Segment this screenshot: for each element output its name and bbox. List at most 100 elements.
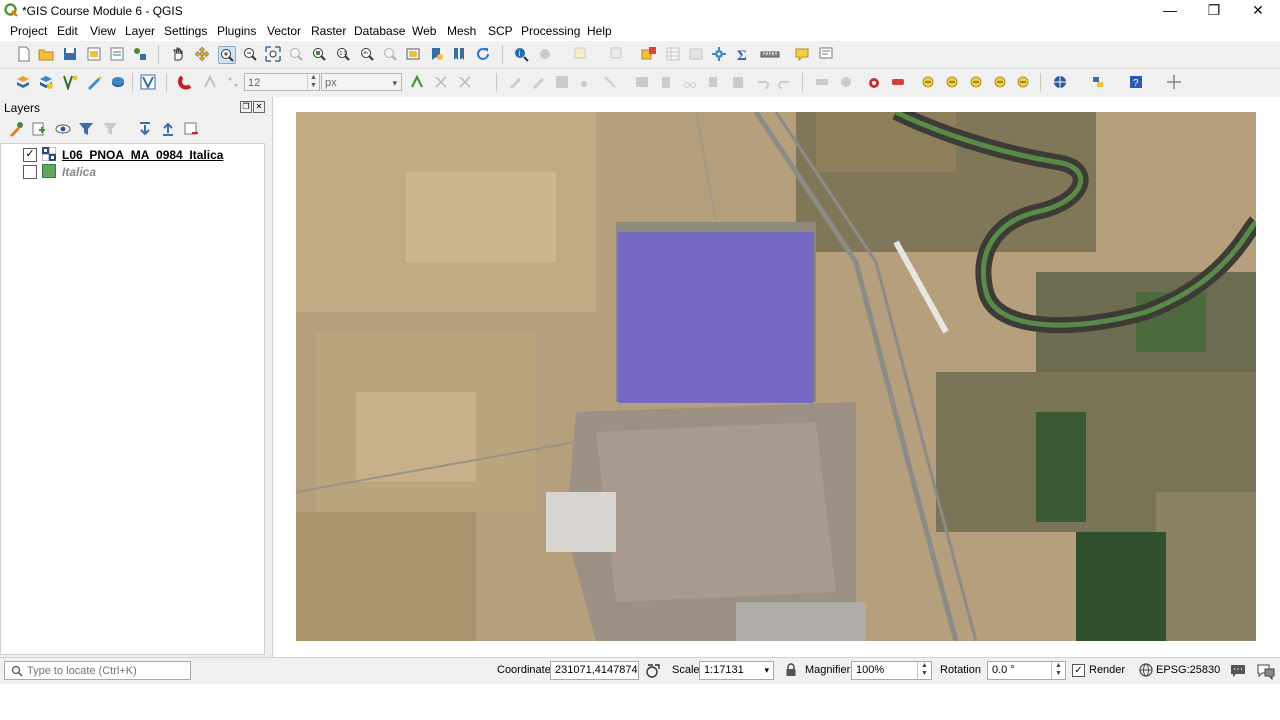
zoom-out-icon[interactable] xyxy=(242,46,258,62)
layer-visibility-checkbox[interactable] xyxy=(23,165,37,179)
toggle-extents-icon[interactable] xyxy=(645,663,661,679)
measure-icon[interactable] xyxy=(760,46,782,62)
menu-processing[interactable]: Processing xyxy=(521,24,580,38)
new-project-icon[interactable] xyxy=(16,46,32,62)
new-print-layout-icon[interactable] xyxy=(86,46,102,62)
scp-tool-3-icon[interactable] xyxy=(968,74,984,90)
select-by-expression-icon[interactable] xyxy=(641,46,657,62)
add-virtual-layer-icon[interactable] xyxy=(140,74,156,90)
deselect-features-icon[interactable] xyxy=(609,46,625,62)
layout-manager-icon[interactable] xyxy=(109,46,125,62)
filter-legend-icon[interactable] xyxy=(78,121,94,137)
scp-delete-roi-icon[interactable] xyxy=(890,74,906,90)
data-source-manager-icon[interactable] xyxy=(15,74,31,90)
pin-labels-icon[interactable] xyxy=(838,74,854,90)
show-bookmarks-icon[interactable] xyxy=(451,46,467,62)
new-bookmark-icon[interactable] xyxy=(428,46,444,62)
manage-map-themes-icon[interactable] xyxy=(55,121,71,137)
toolbox-icon[interactable] xyxy=(688,46,704,62)
remove-layer-icon[interactable] xyxy=(183,121,199,137)
locator-input[interactable] xyxy=(27,663,187,678)
magnifier-stepper[interactable]: 100% ▲ ▼ xyxy=(851,661,932,680)
save-project-icon[interactable] xyxy=(62,46,78,62)
identify-features-icon[interactable]: i xyxy=(513,46,529,62)
zoom-to-layer-icon[interactable] xyxy=(311,46,327,62)
collapse-all-icon[interactable] xyxy=(160,121,176,137)
close-button[interactable]: ✕ xyxy=(1236,0,1280,22)
self-snapping-icon[interactable] xyxy=(457,74,473,90)
lock-scale-icon[interactable] xyxy=(785,663,797,677)
paste-features-icon[interactable] xyxy=(730,74,746,90)
menu-database[interactable]: Database xyxy=(354,24,405,38)
menu-scp[interactable]: SCP xyxy=(488,24,513,38)
pan-map-icon[interactable] xyxy=(170,46,186,62)
topological-editing-icon[interactable] xyxy=(409,74,425,90)
open-layer-styling-icon[interactable] xyxy=(8,121,24,137)
crs-globe-icon[interactable] xyxy=(1139,663,1153,677)
vertex-tool-icon[interactable] xyxy=(602,74,618,90)
maximize-button[interactable]: ❐ xyxy=(1192,0,1236,22)
zoom-full-icon[interactable] xyxy=(265,46,281,62)
menu-help[interactable]: Help xyxy=(587,24,612,38)
snapping-magnet-icon[interactable] xyxy=(178,74,194,90)
add-wms-layer-icon[interactable] xyxy=(110,74,126,90)
float-panel-icon[interactable]: ❐ xyxy=(240,101,252,113)
web-browser-globe-icon[interactable] xyxy=(1052,74,1068,90)
add-vector-layer-icon[interactable] xyxy=(62,74,78,90)
stepper-arrows-icon[interactable]: ▲ ▼ xyxy=(307,74,319,90)
menu-settings[interactable]: Settings xyxy=(164,24,207,38)
render-checkbox[interactable]: ✓ xyxy=(1072,664,1085,677)
zoom-to-selection-icon[interactable] xyxy=(288,46,304,62)
current-edits-icon[interactable] xyxy=(530,74,546,90)
style-manager-icon[interactable] xyxy=(132,46,148,62)
snap-type-icon[interactable] xyxy=(225,74,241,90)
scp-tool-1-icon[interactable] xyxy=(920,74,936,90)
add-delimited-text-icon[interactable] xyxy=(86,74,102,90)
processing-settings-icon[interactable] xyxy=(711,46,727,62)
snap-tolerance-stepper[interactable]: 12 ▲ ▼ xyxy=(244,73,320,91)
zoom-in-icon[interactable] xyxy=(218,46,236,64)
menu-project[interactable]: Project xyxy=(10,24,47,38)
rotation-stepper[interactable]: 0.0 ° ▲ ▼ xyxy=(987,661,1066,680)
menu-edit[interactable]: Edit xyxy=(57,24,78,38)
scp-tool-2-icon[interactable] xyxy=(944,74,960,90)
toggle-editing-icon[interactable] xyxy=(507,74,523,90)
close-panel-icon[interactable]: ✕ xyxy=(253,101,265,113)
coordinate-field[interactable]: 231071,4147874 xyxy=(550,661,639,680)
zoom-next-icon[interactable] xyxy=(382,46,398,62)
add-group-icon[interactable] xyxy=(31,121,47,137)
zoom-last-icon[interactable] xyxy=(359,46,375,62)
help-icon[interactable]: ? xyxy=(1128,74,1144,90)
coordinate-capture-icon[interactable] xyxy=(1166,74,1182,90)
scp-tool-5-icon[interactable] xyxy=(1015,74,1031,90)
redo-icon[interactable] xyxy=(777,74,793,90)
open-attribute-table-icon[interactable] xyxy=(665,46,681,62)
stepper-arrows-icon[interactable]: ▲ ▼ xyxy=(917,662,931,679)
map-canvas[interactable] xyxy=(272,97,1280,657)
stepper-arrows-icon[interactable]: ▲ ▼ xyxy=(1051,662,1065,679)
menu-plugins[interactable]: Plugins xyxy=(217,24,256,38)
snap-to-vertex-icon[interactable] xyxy=(202,74,218,90)
new-map-view-icon[interactable] xyxy=(405,46,421,62)
menu-raster[interactable]: Raster xyxy=(311,24,346,38)
scale-select[interactable]: 1:17131 ▾ xyxy=(699,661,774,680)
cut-features-icon[interactable] xyxy=(682,74,698,90)
map-tips-icon[interactable] xyxy=(794,46,810,62)
expand-all-icon[interactable] xyxy=(137,121,153,137)
add-feature-icon[interactable] xyxy=(578,74,594,90)
crs-label[interactable]: EPSG:25830 xyxy=(1156,664,1220,676)
save-edits-icon[interactable] xyxy=(554,74,570,90)
filter-by-expression-icon[interactable] xyxy=(102,121,118,137)
menu-web[interactable]: Web xyxy=(412,24,436,38)
scp-tool-4-icon[interactable] xyxy=(992,74,1008,90)
open-project-icon[interactable] xyxy=(38,46,54,62)
text-annotation-icon[interactable] xyxy=(818,46,834,62)
layer-item-raster[interactable]: ✓ L06_PNOA_MA_0984_Italica xyxy=(1,146,261,163)
statistical-summary-icon[interactable]: Σ xyxy=(735,46,751,62)
refresh-icon[interactable] xyxy=(475,46,491,62)
copy-features-icon[interactable] xyxy=(706,74,722,90)
python-console-icon[interactable] xyxy=(1090,74,1106,90)
menu-view[interactable]: View xyxy=(90,24,116,38)
zoom-native-resolution-icon[interactable]: 1:1 xyxy=(335,46,351,62)
menu-mesh[interactable]: Mesh xyxy=(447,24,476,38)
